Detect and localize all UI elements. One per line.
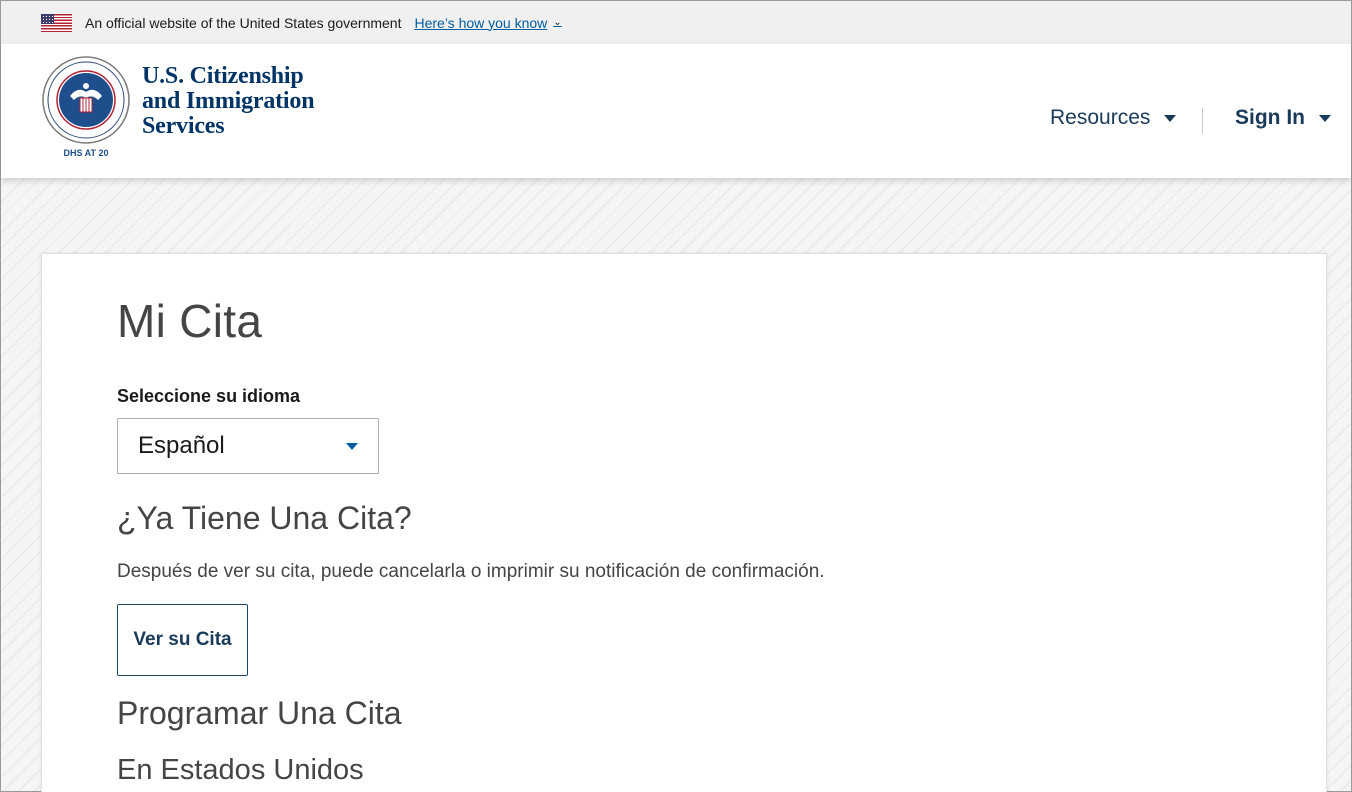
seal-text: DHS AT 20 <box>63 148 108 158</box>
caret-down-icon <box>1319 114 1331 122</box>
chevron-down-icon: ⌄ <box>553 17 562 28</box>
caret-down-icon <box>1164 114 1177 122</box>
nav-divider <box>1202 108 1203 134</box>
language-select-label: Seleccione su idioma <box>117 386 301 406</box>
nav-sign-in-menu[interactable]: Sign In <box>1235 106 1331 130</box>
dhs-seal-icon[interactable]: DHS AT 20 <box>40 56 132 160</box>
brand-line-3: Services <box>142 113 225 139</box>
us-flag-icon <box>41 13 72 32</box>
brand-line-1: U.S. Citizenship <box>142 63 304 89</box>
view-appointment-button[interactable]: Ver su Cita <box>117 604 248 676</box>
schedule-appointment-heading: Programar Una Cita <box>117 695 402 731</box>
agency-logo-text[interactable]: U.S. Citizenship and Immigration Service… <box>142 63 315 139</box>
brand-line-2: and Immigration <box>142 88 315 114</box>
appointment-card: Mi Cita Seleccione su idioma Español ¿Ya… <box>41 253 1327 792</box>
gov-banner: An official website of the United States… <box>1 1 1351 44</box>
heres-how-you-know-label: Here’s how you know <box>414 14 548 31</box>
language-select-value: Español <box>138 432 225 459</box>
nav-resources-menu[interactable]: Resources <box>1050 106 1177 130</box>
language-select[interactable]: Español <box>117 418 379 474</box>
have-appointment-heading: ¿Ya Tiene Una Cita? <box>117 500 412 536</box>
nav-sign-in-label: Sign In <box>1235 106 1305 129</box>
caret-down-icon <box>346 442 358 450</box>
nav-resources-label: Resources <box>1050 106 1151 129</box>
heres-how-you-know-link[interactable]: Here’s how you know ⌄ <box>414 15 561 31</box>
page-title: Mi Cita <box>117 295 263 347</box>
gov-banner-text: An official website of the United States… <box>85 14 402 31</box>
in-united-states-heading: En Estados Unidos <box>117 754 364 786</box>
site-header: DHS AT 20 U.S. Citizenship and Immigrati… <box>1 44 1351 178</box>
have-appointment-description: Después de ver su cita, puede cancelarla… <box>117 561 825 582</box>
